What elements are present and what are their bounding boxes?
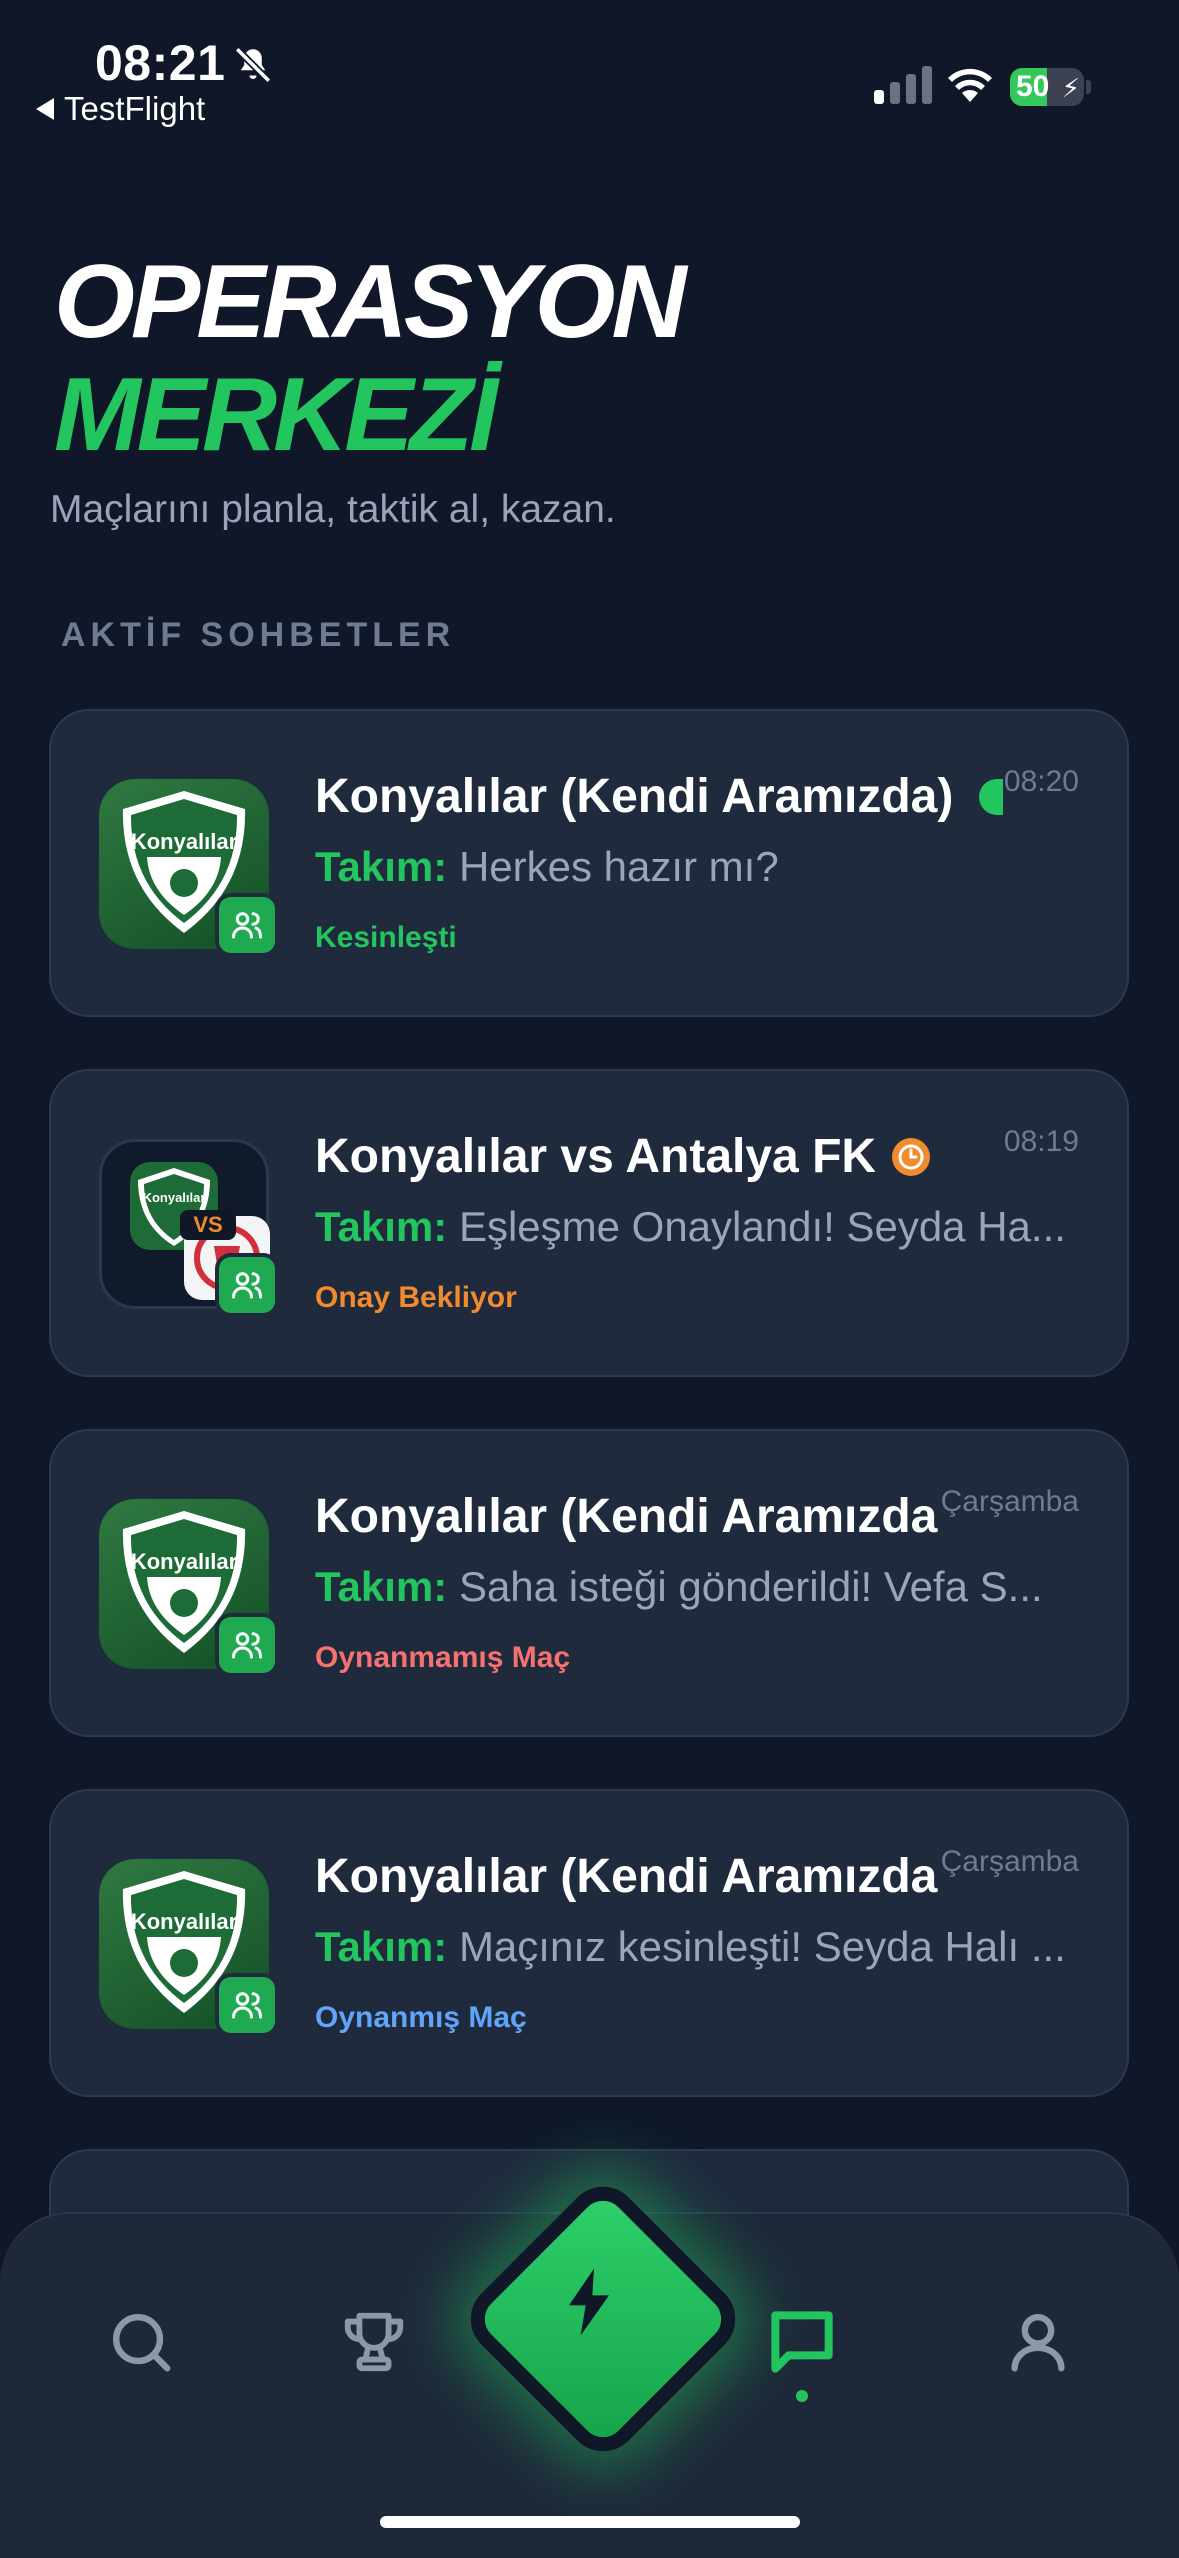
chat-preview: Takım: Maçınız kesinleşti! Seyda Halı ..…: [315, 1923, 1075, 1971]
trophy-icon: [344, 2312, 404, 2372]
chat-card[interactable]: Konyalılar Konyalılar (Kendi Aramızda Ça…: [49, 1429, 1129, 1737]
charging-icon: ⚡: [1061, 73, 1080, 103]
battery-icon: 50 ⚡: [1010, 68, 1084, 106]
group-icon: [232, 1992, 262, 2019]
crest-text: Konyalılar: [143, 1190, 206, 1205]
group-badge: [215, 893, 279, 957]
home-indicator[interactable]: [380, 2516, 800, 2528]
chat-preview: Takım: Saha isteği gönderildi! Vefa S...: [315, 1563, 1075, 1611]
nav-search[interactable]: [101, 2302, 181, 2382]
group-badge: [215, 1973, 279, 2037]
nav-chat[interactable]: [762, 2302, 842, 2382]
chat-title: Konyalılar vs Antalya FK: [315, 1130, 875, 1183]
page-title-line2: MERKEZİ: [54, 357, 498, 473]
page-subtitle: Maçlarını planla, taktik al, kazan.: [50, 488, 616, 531]
nav-trophy[interactable]: [334, 2302, 414, 2382]
chat-title: Konyalılar (Kendi Aramızda: [315, 1490, 938, 1543]
wifi-icon: [948, 68, 992, 102]
chat-icon: [771, 2311, 833, 2373]
chat-time: 08:20: [1003, 765, 1079, 798]
page-title-line1: OPERASYON: [54, 244, 687, 360]
chat-title: Konyalılar (Kendi Aramızda: [315, 1850, 938, 1903]
search-icon: [112, 2314, 171, 2372]
active-indicator: [796, 2390, 808, 2402]
status-badge: Onay Bekliyor: [315, 1281, 517, 1314]
chat-preview: Takım: Eşleşme Onaylandı! Seyda Ha...: [315, 1203, 1075, 1251]
battery-level: 50: [1016, 70, 1050, 103]
status-badge: Oynanmamış Maç: [315, 1641, 571, 1674]
chat-card[interactable]: Konyalılar Konyalılar (Kendi Aramızda) 0…: [49, 709, 1129, 1017]
crest-text: Konyalılar: [131, 1909, 238, 1934]
battery-tip: [1086, 80, 1091, 94]
message-text: Saha isteği gönderildi! Vefa S...: [458, 1563, 1043, 1610]
sender-prefix: Takım:: [315, 843, 448, 890]
sender-prefix: Takım:: [315, 1203, 448, 1250]
group-badge: [215, 1613, 279, 1677]
online-indicator: [979, 779, 1003, 815]
clock-icon: [892, 1138, 930, 1176]
vs-label: VS: [193, 1212, 222, 1237]
status-badge: Kesinleşti: [315, 921, 457, 954]
bolt-icon: [569, 2268, 609, 2336]
message-text: Eşleşme Onaylandı! Seyda Ha...: [458, 1203, 1066, 1250]
back-app-label: TestFlight: [64, 90, 206, 127]
group-icon: [232, 1272, 262, 1299]
crest-text: Konyalılar: [131, 829, 238, 854]
chat-time: 08:19: [1003, 1125, 1079, 1158]
chat-title: Konyalılar (Kendi Aramızda): [315, 770, 954, 823]
message-text: Maçınız kesinleşti! Seyda Halı ...: [458, 1923, 1066, 1970]
nav-profile[interactable]: [998, 2302, 1078, 2382]
chat-card[interactable]: Konyalılar Konyalılar (Kendi Aramızda Ça…: [49, 1789, 1129, 2097]
user-icon: [1011, 2314, 1065, 2372]
bell-muted-icon: [234, 46, 272, 84]
chat-time: Çarşamba: [940, 1845, 1079, 1878]
back-to-app[interactable]: TestFlight: [36, 90, 205, 128]
chat-card[interactable]: Konyalılar VS Konyalılar vs Antalya FK 0…: [49, 1069, 1129, 1377]
back-arrow-icon: [36, 98, 54, 120]
group-badge: [215, 1253, 279, 1317]
sender-prefix: Takım:: [315, 1923, 448, 1970]
status-badge: Oynanmış Maç: [315, 2001, 527, 2034]
sender-prefix: Takım:: [315, 1563, 448, 1610]
cellular-signal-icon: [874, 66, 932, 104]
group-icon: [232, 912, 262, 939]
section-label: AKTİF SOHBETLER: [61, 616, 456, 654]
crest-text: Konyalılar: [131, 1549, 238, 1574]
message-text: Herkes hazır mı?: [458, 843, 779, 890]
status-time: 08:21: [95, 35, 226, 91]
chat-preview: Takım: Herkes hazır mı?: [315, 843, 1075, 891]
chat-time: Çarşamba: [940, 1485, 1079, 1518]
group-icon: [232, 1632, 262, 1659]
